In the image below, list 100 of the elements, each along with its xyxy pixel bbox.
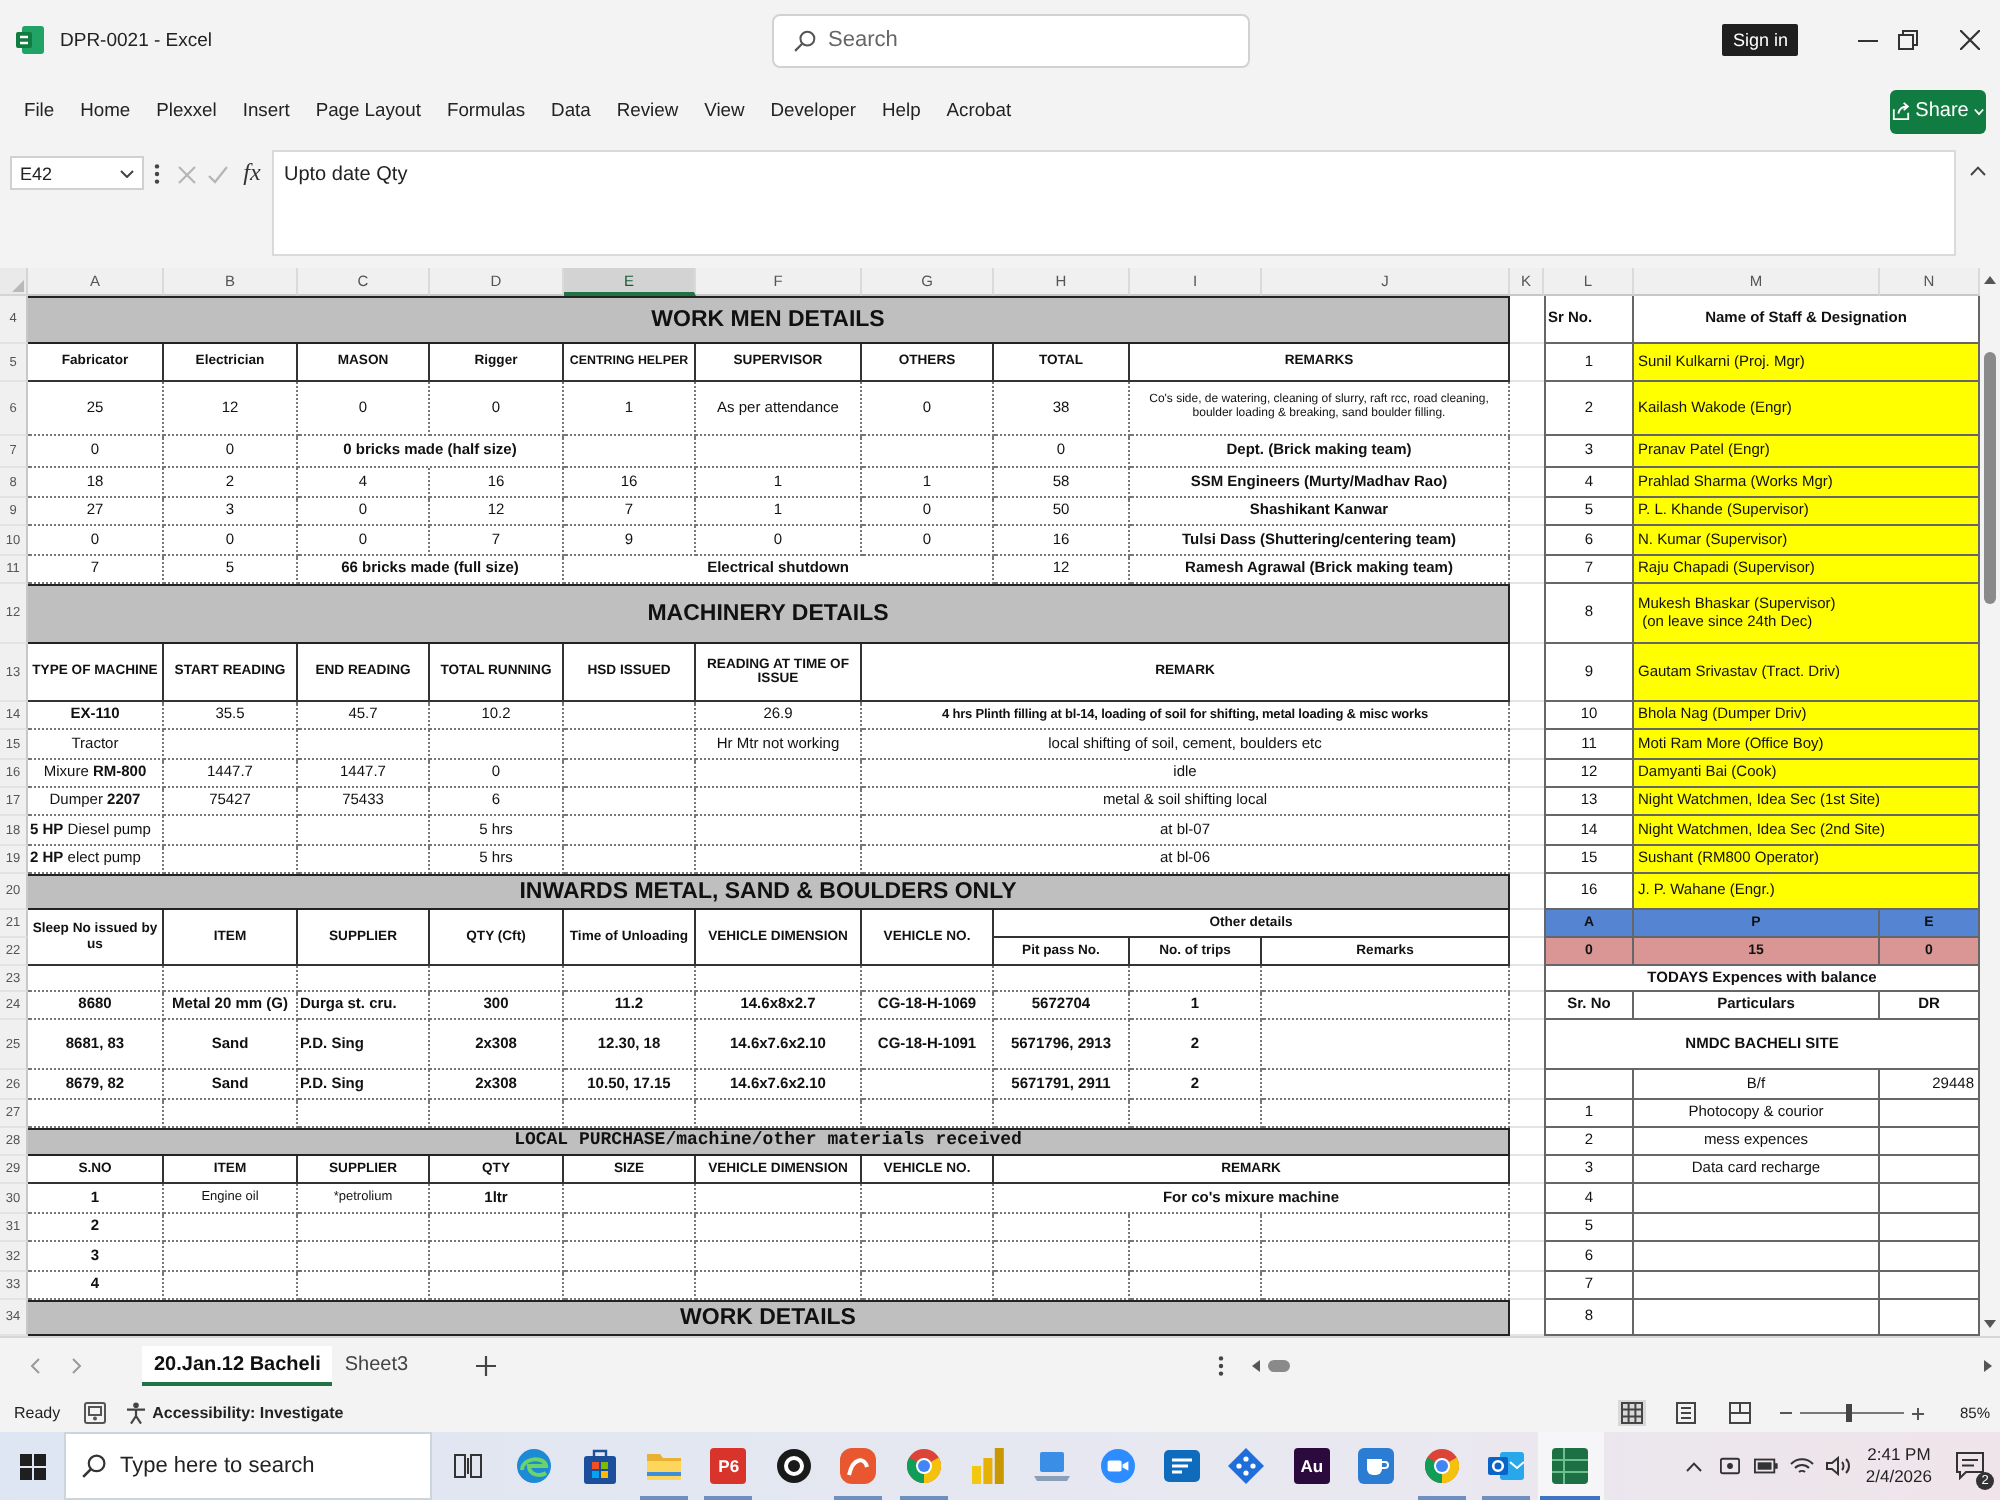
table-cell [994, 966, 1130, 992]
ribbon-tab[interactable]: Help [880, 94, 923, 128]
accessibility-icon[interactable] [126, 1402, 147, 1424]
scrollbar-thumb[interactable] [1268, 1360, 1290, 1372]
table-cell [164, 1242, 298, 1272]
cup-icon [1358, 1448, 1395, 1484]
chevron-up-icon[interactable] [1685, 1461, 1702, 1471]
ribbon-tab[interactable]: Home [78, 94, 133, 128]
chevron-left-icon[interactable] [30, 1358, 40, 1374]
notification-icon[interactable] [1956, 1452, 1984, 1480]
page-layout-icon[interactable] [1671, 1400, 1700, 1426]
swoosh-icon [840, 1448, 877, 1484]
ribbon-tab[interactable]: Data [549, 94, 593, 128]
laptop-icon [1034, 1448, 1071, 1484]
window-icon[interactable] [1717, 1456, 1742, 1476]
search-field[interactable]: Search [772, 13, 1250, 67]
table-cell [1130, 966, 1262, 992]
table-cell [994, 1214, 1130, 1242]
ribbon-tab[interactable]: File [22, 94, 57, 128]
formula-field[interactable]: Upto date Qty [272, 150, 1956, 256]
table-cell [298, 816, 430, 846]
taskbar-button[interactable]: P6 [696, 1432, 762, 1500]
ribbon-tab[interactable]: Insert [240, 94, 292, 128]
minimize-icon[interactable] [1858, 39, 1878, 41]
macro-record-icon[interactable] [84, 1402, 107, 1424]
table-cell [564, 966, 696, 992]
speaker-icon[interactable] [1825, 1456, 1850, 1476]
more-icon[interactable] [154, 164, 160, 184]
table-cell [28, 966, 164, 992]
ribbon-tab[interactable]: Page Layout [313, 94, 423, 128]
section-title: LOCAL PURCHASE/machine/other materials received [28, 1128, 1510, 1156]
task-view-icon[interactable] [453, 1454, 481, 1478]
ribbon-tab[interactable]: Formulas [444, 94, 528, 128]
ribbon-tab[interactable]: Review [614, 94, 681, 128]
taskbar-button[interactable]: Au [1279, 1432, 1345, 1500]
table-cell [164, 816, 298, 846]
sign-in-button[interactable]: Sign in [1722, 24, 1798, 56]
close-icon[interactable] [1960, 30, 1980, 50]
name-box[interactable]: E42 [10, 156, 144, 190]
scroll-down-icon[interactable] [1984, 1320, 1996, 1328]
table-cell [862, 1070, 994, 1100]
zoom-slider-thumb[interactable] [1845, 1404, 1852, 1422]
clock-time[interactable]: 2:41 PM [1867, 1443, 1931, 1466]
share-button[interactable]: Share [1890, 89, 1986, 133]
scroll-up-icon[interactable] [1984, 276, 1996, 284]
zoom-in-icon[interactable] [1911, 1407, 1924, 1419]
spreadsheet-icon [1552, 1448, 1589, 1484]
page-break-icon[interactable] [1725, 1400, 1754, 1426]
chevron-up-icon[interactable] [1970, 166, 1986, 176]
ribbon-tab[interactable]: Developer [768, 94, 858, 128]
insert-function-button[interactable]: fx [238, 158, 266, 188]
chevron-right-icon[interactable] [72, 1358, 82, 1374]
start-menu-icon[interactable] [19, 1453, 45, 1479]
ring-icon [775, 1448, 812, 1484]
normal-view-icon[interactable] [1617, 1400, 1646, 1426]
scroll-right-icon[interactable] [1984, 1360, 1992, 1372]
table-cell [564, 436, 696, 468]
app-logo: P6 [710, 1448, 747, 1484]
scroll-left-icon[interactable] [1252, 1360, 1260, 1372]
wifi-icon[interactable] [1789, 1456, 1814, 1476]
table-cell [862, 1214, 994, 1242]
section-title: WORK DETAILS [28, 1300, 1510, 1336]
table-cell [430, 730, 564, 760]
folder-icon [645, 1448, 682, 1484]
sheet-tab[interactable]: 20.Jan.12 Bacheli [142, 1346, 333, 1386]
plus-icon[interactable] [476, 1356, 497, 1376]
table-cell [1130, 1242, 1262, 1272]
ribbon-tab[interactable]: Plexxel [154, 94, 219, 128]
accessibility-status[interactable]: Accessibility: Investigate [152, 1404, 344, 1422]
table-cell [430, 966, 564, 992]
search-icon [82, 1454, 106, 1478]
table-cell [564, 760, 696, 788]
diamond-icon [1228, 1448, 1265, 1484]
taskbar-search-field[interactable]: Type here to search [64, 1432, 432, 1500]
table-cell [862, 1184, 994, 1214]
app-logo: Au [1293, 1448, 1330, 1484]
table-cell [164, 966, 298, 992]
ribbon-tab[interactable]: Acrobat [944, 94, 1014, 128]
scrollbar-thumb[interactable] [1984, 352, 1996, 604]
battery-icon[interactable] [1753, 1456, 1778, 1476]
table-cell [430, 1214, 564, 1242]
table-cell [862, 966, 994, 992]
status-text: Ready [14, 1404, 61, 1422]
table-cell [1130, 1214, 1262, 1242]
table-cell [298, 966, 430, 992]
table-cell [564, 816, 696, 846]
caret-icon [1974, 107, 1985, 115]
sheet-tab[interactable]: Sheet3 [332, 1346, 421, 1386]
table-cell [298, 1214, 430, 1242]
table-cell [564, 1184, 696, 1214]
ribbon-tab[interactable]: View [702, 94, 747, 128]
table-cell [994, 1242, 1130, 1272]
restore-icon[interactable] [1898, 30, 1918, 50]
bar-chart-icon [969, 1448, 1006, 1484]
table-cell [564, 730, 696, 760]
table-cell [564, 788, 696, 816]
more-icon[interactable] [1218, 1356, 1224, 1376]
window-title: DPR-0021 - Excel [60, 29, 213, 51]
clock-date[interactable]: 2/4/2026 [1865, 1466, 1932, 1489]
section-title: WORK MEN DETAILS [28, 296, 1510, 344]
